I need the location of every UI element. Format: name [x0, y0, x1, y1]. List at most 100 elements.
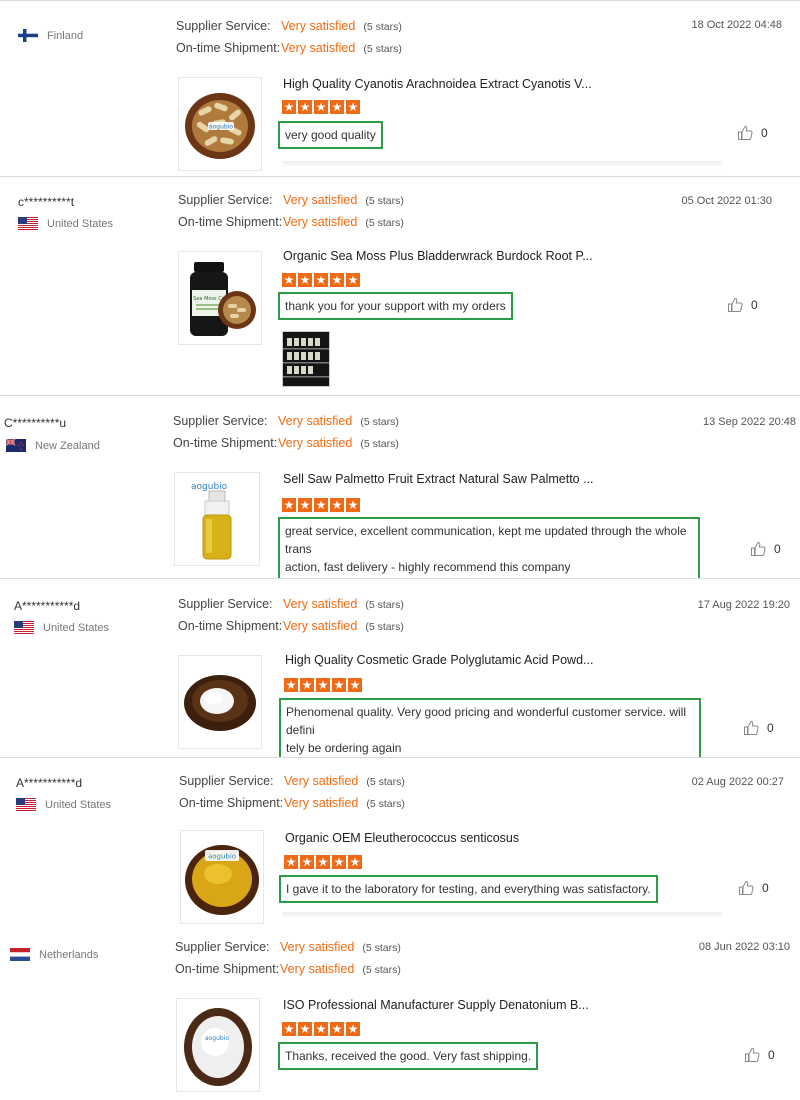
rating-details: Supplier Service: Very satisfied (5 star… — [176, 19, 402, 63]
star-rating: ★ ★ ★ ★ ★ — [282, 273, 360, 287]
supplier-service-stars: (5 stars) — [363, 21, 402, 33]
star-icon: ★ — [330, 1022, 344, 1036]
ontime-shipment-label: On-time Shipment: — [176, 41, 281, 55]
like-count: 0 — [761, 126, 768, 140]
star-icon: ★ — [346, 498, 360, 512]
supplier-service-value: Very satisfied — [280, 940, 355, 954]
rating-details: Supplier Service: Very satisfied (5 star… — [179, 774, 405, 818]
product-title-link[interactable]: ISO Professional Manufacturer Supply Den… — [283, 998, 589, 1012]
thumbs-up-icon — [728, 297, 743, 312]
like-button[interactable]: 0 — [750, 541, 781, 557]
product-thumbnail[interactable]: Sea Moss Co — [178, 251, 262, 345]
star-icon: ★ — [314, 1022, 328, 1036]
ontime-shipment-stars: (5 stars) — [362, 964, 401, 976]
supplier-service-stars: (5 stars) — [365, 599, 404, 611]
product-thumbnail[interactable]: aogubio — [176, 998, 260, 1092]
country-name: United States — [47, 217, 114, 230]
svg-text:aogubio: aogubio — [209, 124, 233, 131]
star-icon: ★ — [282, 100, 296, 114]
svg-text:aogubio: aogubio — [208, 853, 236, 861]
product-title-link[interactable]: Organic OEM Eleutherococcus senticosus — [285, 831, 519, 845]
star-rating: ★ ★ ★ ★ ★ — [282, 498, 360, 512]
product-title-link[interactable]: Sell Saw Palmetto Fruit Extract Natural … — [283, 472, 594, 486]
rating-details: Supplier Service: Very satisfied (5 star… — [178, 597, 404, 641]
shelf-photo-image — [283, 332, 329, 386]
country-name: New Zealand — [35, 439, 100, 452]
ontime-shipment-label: On-time Shipment: — [178, 619, 283, 633]
star-icon: ★ — [348, 855, 362, 869]
buyer-name: A***********d — [14, 599, 81, 613]
supplier-service-label: Supplier Service: — [176, 19, 271, 33]
white-powder-bowl-image: aogubio — [184, 1008, 252, 1086]
us-flag-icon — [18, 217, 38, 230]
ontime-shipment-label: On-time Shipment: — [175, 962, 280, 976]
buyer-country: United States — [14, 621, 109, 634]
ontime-shipment-value: Very satisfied — [283, 215, 358, 229]
product-thumbnail[interactable] — [178, 655, 262, 749]
ontime-shipment-row: On-time Shipment: Very satisfied (5 star… — [178, 215, 404, 237]
buyer-name: C**********u — [4, 416, 67, 430]
thumbs-up-icon — [745, 1047, 760, 1062]
product-title-link[interactable]: Organic Sea Moss Plus Bladderwrack Burdo… — [283, 249, 593, 263]
ontime-shipment-value: Very satisfied — [283, 619, 358, 633]
like-button[interactable]: 0 — [744, 1047, 775, 1063]
review-card: Netherlands Supplier Service: Very satis… — [0, 928, 800, 1100]
us-flag-icon — [16, 798, 36, 811]
ontime-shipment-row: On-time Shipment: Very satisfied (5 star… — [178, 619, 404, 641]
star-icon: ★ — [332, 855, 346, 869]
star-icon: ★ — [284, 855, 298, 869]
review-date: 17 Aug 2022 19:20 — [697, 599, 790, 611]
supplier-service-value: Very satisfied — [283, 597, 358, 611]
like-count: 0 — [751, 298, 758, 312]
star-icon: ★ — [348, 678, 362, 692]
star-icon: ★ — [282, 498, 296, 512]
divider — [282, 161, 722, 169]
review-card: Finland Supplier Service: Very satisfied… — [0, 0, 800, 176]
like-button[interactable]: 0 — [738, 880, 769, 896]
buyer-name: c**********t — [18, 195, 75, 209]
finland-flag-icon — [18, 29, 38, 42]
supplier-service-value: Very satisfied — [278, 414, 353, 428]
buyer-country: New Zealand — [6, 439, 100, 452]
star-icon: ★ — [314, 498, 328, 512]
star-icon: ★ — [316, 678, 330, 692]
netherlands-flag-icon — [10, 948, 30, 961]
product-thumbnail[interactable]: aogubio — [180, 830, 264, 924]
supplier-service-label: Supplier Service: — [173, 414, 268, 428]
ontime-shipment-row: On-time Shipment: Very satisfied (5 star… — [173, 436, 399, 458]
product-thumbnail[interactable]: aogubio — [174, 472, 260, 566]
product-title-link[interactable]: High Quality Cyanotis Arachnoidea Extrac… — [283, 77, 592, 91]
product-thumbnail[interactable]: aogubio — [178, 77, 262, 171]
star-icon: ★ — [314, 100, 328, 114]
review-date: 18 Oct 2022 04:48 — [691, 19, 782, 31]
star-icon: ★ — [282, 273, 296, 287]
like-button[interactable]: 0 — [737, 125, 768, 141]
review-comment: great service, excellent communication, … — [278, 517, 700, 581]
supplier-service-row: Supplier Service: Very satisfied (5 star… — [178, 597, 404, 619]
ontime-shipment-row: On-time Shipment: Very satisfied (5 star… — [175, 962, 401, 984]
capsules-in-bowl-image: aogubio — [185, 93, 255, 159]
supplier-service-row: Supplier Service: Very satisfied (5 star… — [175, 940, 401, 962]
star-icon: ★ — [314, 273, 328, 287]
divider — [282, 912, 722, 920]
like-count: 0 — [774, 542, 781, 556]
ontime-shipment-stars: (5 stars) — [363, 43, 402, 55]
supplier-service-stars: (5 stars) — [365, 195, 404, 207]
ontime-shipment-stars: (5 stars) — [365, 217, 404, 229]
review-comment: thank you for your support with my order… — [278, 292, 513, 320]
review-date: 02 Aug 2022 00:27 — [691, 776, 784, 788]
like-count: 0 — [768, 1048, 775, 1062]
star-icon: ★ — [332, 678, 346, 692]
like-count: 0 — [762, 881, 769, 895]
like-button[interactable]: 0 — [727, 297, 758, 313]
star-icon: ★ — [300, 855, 314, 869]
supplier-service-label: Supplier Service: — [178, 193, 273, 207]
product-title-link[interactable]: High Quality Cosmetic Grade Polyglutamic… — [285, 653, 593, 667]
star-icon: ★ — [298, 273, 312, 287]
review-photo-attachment[interactable] — [282, 331, 330, 387]
star-icon: ★ — [298, 498, 312, 512]
ontime-shipment-label: On-time Shipment: — [179, 796, 284, 810]
supplier-service-row: Supplier Service: Very satisfied (5 star… — [178, 193, 404, 215]
like-button[interactable]: 0 — [743, 720, 774, 736]
buyer-country: United States — [18, 217, 113, 230]
